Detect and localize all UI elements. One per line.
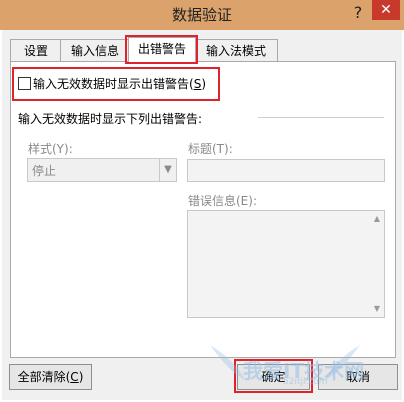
- clear-all-button[interactable]: 全部清除(C): [9, 364, 92, 390]
- show-error-alert-label[interactable]: 输入无效数据时显示出错警告(S): [33, 75, 206, 92]
- group-divider: [258, 117, 384, 118]
- style-label: 样式(Y):: [28, 142, 73, 156]
- chevron-down-icon[interactable]: ▼: [159, 159, 176, 181]
- title-label: 标题(T):: [188, 142, 233, 156]
- title-input[interactable]: [187, 159, 385, 182]
- style-value: 停止: [32, 164, 57, 178]
- error-alert-group-label: 输入无效数据时显示下列出错警告:: [18, 112, 203, 126]
- error-message-input[interactable]: ▲ ▼: [187, 210, 385, 318]
- tab-highlight-box: [125, 35, 198, 64]
- tab-ime-mode[interactable]: 输入法模式: [194, 39, 278, 62]
- data-validation-dialog: 数据验证 ? ✕ 设置 输入信息 出错警告 输入法模式 输入无效数据时显示出错警…: [0, 0, 404, 402]
- tab-settings[interactable]: 设置: [10, 39, 62, 62]
- close-button[interactable]: ✕: [372, 0, 400, 20]
- cancel-button[interactable]: 取消: [318, 364, 398, 390]
- tab-input-message[interactable]: 输入信息: [60, 39, 130, 62]
- close-icon: ✕: [380, 2, 392, 18]
- scroll-down-icon[interactable]: ▼: [372, 304, 382, 314]
- dialog-title: 数据验证: [171, 6, 232, 24]
- help-button[interactable]: ?: [348, 3, 368, 25]
- scroll-up-icon[interactable]: ▲: [372, 214, 382, 224]
- ok-button[interactable]: 确定: [237, 364, 310, 390]
- style-dropdown[interactable]: 停止 ▼: [27, 158, 177, 182]
- error-message-label: 错误信息(E):: [188, 194, 257, 208]
- show-error-alert-checkbox[interactable]: [18, 77, 31, 90]
- title-bar: 数据验证 ? ✕: [0, 0, 404, 30]
